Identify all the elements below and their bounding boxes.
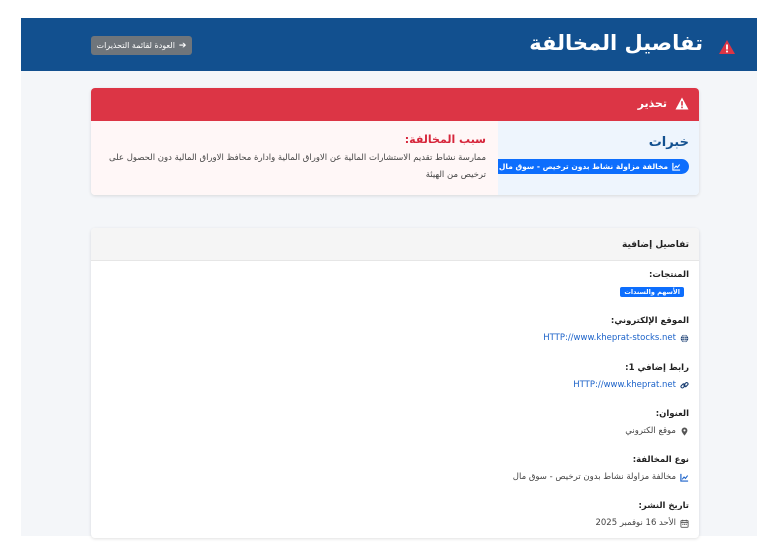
extra-link-field: HTTP://www.kheprat.net xyxy=(573,380,689,390)
warning-card-header: تحذير xyxy=(91,88,699,121)
category-badge-label: مخالفة مزاولة نشاط بدون ترخيص - سوق مال xyxy=(498,162,668,171)
violation-type-value: مخالفة مزاولة نشاط بدون ترخيص - سوق مال xyxy=(512,472,676,482)
category-panel: خبرات مخالفة مزاولة نشاط بدون ترخيص - سو… xyxy=(490,121,699,195)
violation-type-label: نوع المخالفة: xyxy=(632,455,689,465)
chart-line-icon xyxy=(680,473,689,482)
details-header-label: تفاصيل إضافية xyxy=(622,240,689,250)
violation-category-badge: مخالفة مزاولة نشاط بدون ترخيص - سوق مال xyxy=(490,159,689,174)
page: تفاصيل المخالفة ➔ العودة لقائمة التحذيرا… xyxy=(21,18,757,538)
details-card: تفاصيل إضافية المنتجات: الأسهم والسندات … xyxy=(91,228,699,538)
category-title: خبرات xyxy=(648,135,689,150)
top-header: تفاصيل المخالفة ➔ العودة لقائمة التحذيرا… xyxy=(21,18,757,71)
publish-date-value: الأحد 16 نوفمبر 2025 xyxy=(595,518,676,528)
map-marker-icon xyxy=(681,427,688,436)
reason-text: ممارسة نشاط تقديم الاستشارات المالية عن … xyxy=(109,153,486,180)
warning-header-label: تحذير xyxy=(637,97,667,110)
link-icon xyxy=(680,381,689,388)
address-value: موقع الكتروني xyxy=(625,426,676,436)
publish-date-field: الأحد 16 نوفمبر 2025 xyxy=(595,518,689,528)
back-to-warnings-button[interactable]: ➔ العودة لقائمة التحذيرات xyxy=(91,36,192,55)
extra-link[interactable]: HTTP://www.kheprat.net xyxy=(573,380,676,390)
products-label: المنتجات: xyxy=(648,270,689,280)
violation-type-field: مخالفة مزاولة نشاط بدون ترخيص - سوق مال xyxy=(513,472,689,482)
details-card-header: تفاصيل إضافية xyxy=(91,228,699,261)
website-label: الموقع الإلكتروني: xyxy=(610,316,689,326)
warning-triangle-icon xyxy=(719,40,735,54)
address-label: العنوان: xyxy=(655,409,689,419)
chart-line-icon xyxy=(672,162,681,171)
warning-triangle-icon xyxy=(675,97,689,110)
page-title: تفاصيل المخالفة xyxy=(529,31,703,55)
back-button-label: العودة لقائمة التحذيرات xyxy=(96,41,175,50)
publish-date-label: تاريخ النشر: xyxy=(638,501,689,511)
reason-panel: سبب المخالفة: ممارسة نشاط تقديم الاستشار… xyxy=(91,121,498,195)
website-field: HTTP://www.kheprat-stocks.net xyxy=(543,333,689,343)
extra-link-label: رابط إضافي 1: xyxy=(625,363,689,373)
product-tag: الأسهم والسندات xyxy=(620,287,684,297)
website-link[interactable]: HTTP://www.kheprat-stocks.net xyxy=(543,333,676,343)
warning-card: تحذير خبرات مخالفة مزاولة نشاط بدون ترخي… xyxy=(91,88,699,195)
calendar-icon xyxy=(680,519,689,528)
reason-title: سبب المخالفة: xyxy=(404,133,486,146)
globe-icon xyxy=(680,333,689,343)
address-field: موقع الكتروني xyxy=(625,426,689,436)
arrow-right-icon: ➔ xyxy=(178,40,187,51)
